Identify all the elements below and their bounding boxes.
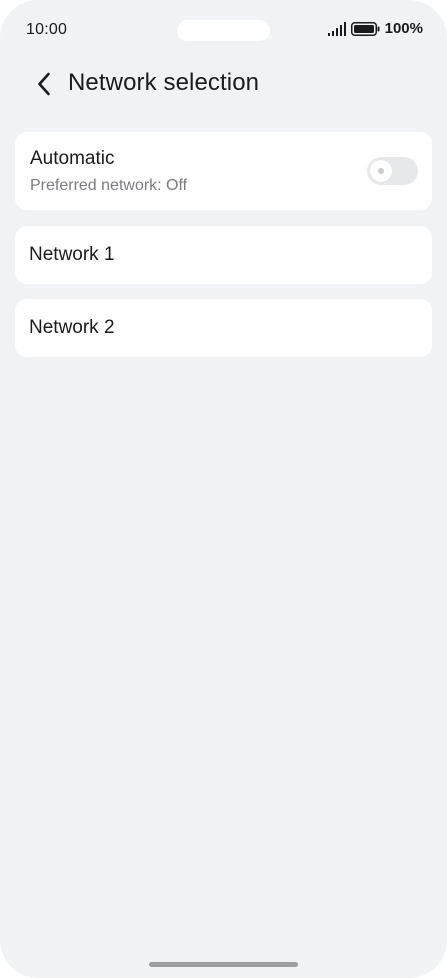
battery-full-icon: [350, 21, 380, 36]
page-title: Network selection: [68, 69, 260, 96]
network-item-2[interactable]: Network 2: [15, 299, 432, 357]
network-label: Network 2: [29, 317, 115, 338]
home-indicator[interactable]: [149, 962, 298, 967]
network-label: Network 1: [29, 244, 115, 265]
network-item-1[interactable]: Network 1: [15, 226, 432, 284]
signal-bars-icon: [327, 21, 346, 36]
phone-screen: 10:00 100% Network selection Automatic P…: [0, 0, 447, 978]
toggle-dot: [378, 168, 384, 174]
status-time: 10:00: [26, 21, 68, 38]
preferred-network-status: Preferred network: Off: [30, 177, 188, 194]
back-button[interactable]: [28, 67, 60, 101]
automatic-setting-card: Automatic Preferred network: Off: [15, 132, 432, 210]
camera-cutout: [177, 20, 270, 41]
toggle-knob: [370, 160, 392, 182]
status-indicators: 100%: [327, 20, 423, 37]
automatic-toggle[interactable]: [367, 157, 418, 185]
battery-percent: 100%: [384, 20, 423, 37]
chevron-left-icon: [38, 72, 50, 96]
automatic-title: Automatic: [30, 148, 115, 169]
